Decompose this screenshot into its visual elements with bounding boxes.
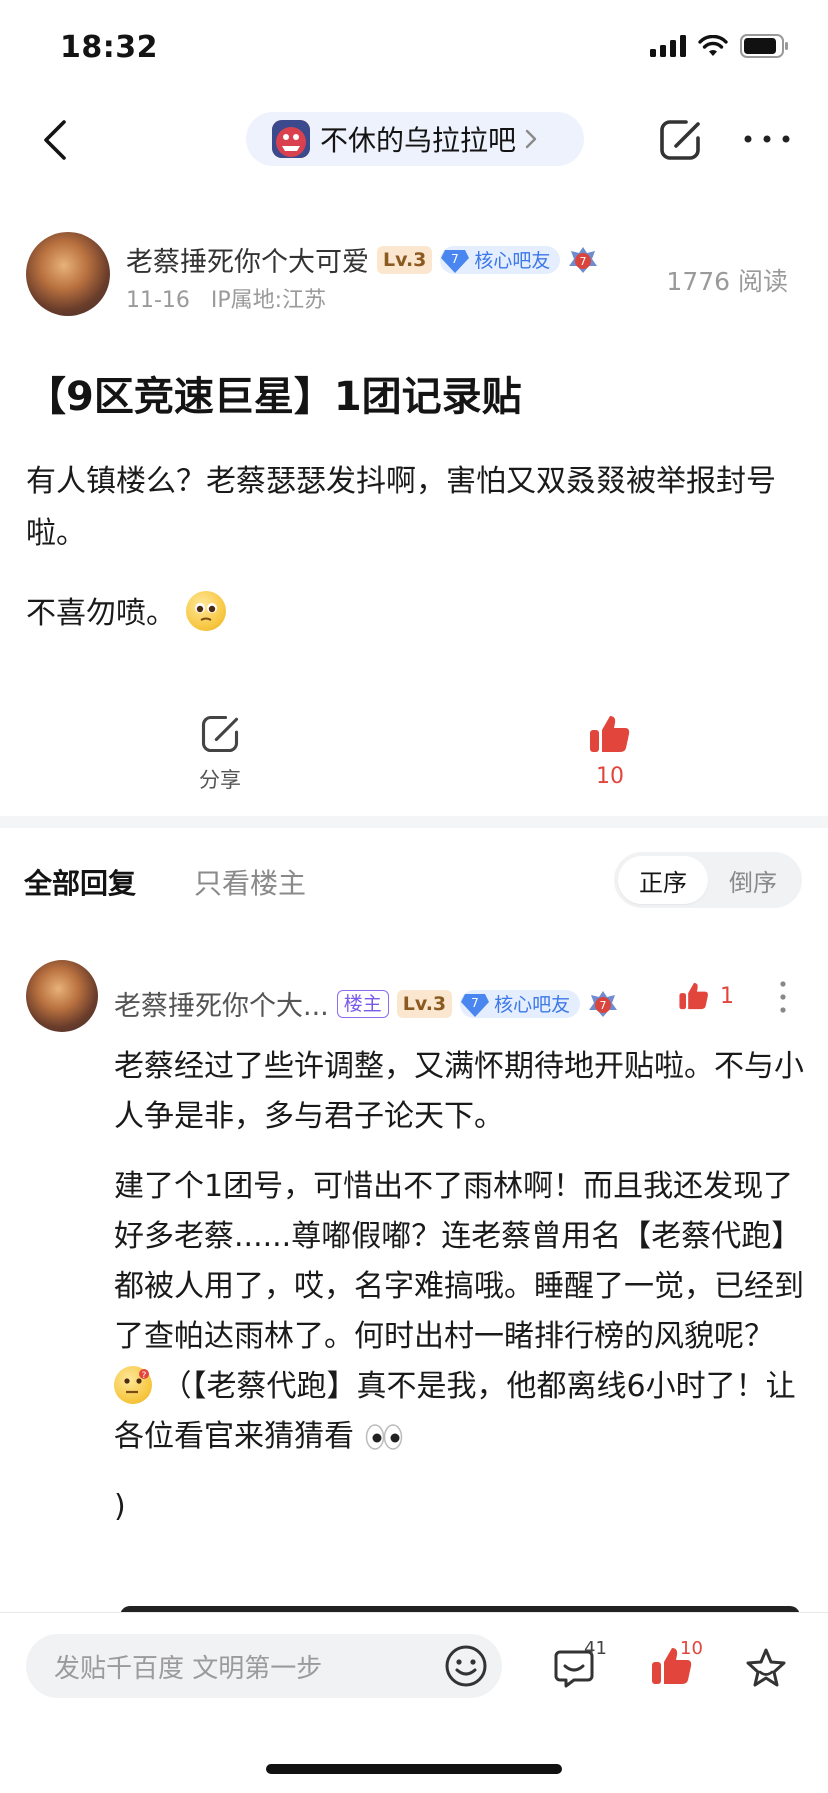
post-meta: 11-16 IP属地:江苏	[126, 282, 326, 314]
status-icons	[650, 34, 790, 58]
reply-paragraph-2a: 建了个1团号，可惜出不了雨林啊！而且我还发现了好多老蔡......尊嘟假嘟？连老…	[114, 1169, 804, 1354]
author-name[interactable]: 老蔡捶死你个大可爱	[126, 240, 369, 279]
medal-number: 7	[580, 255, 587, 268]
medal-icon: 7	[589, 990, 618, 1017]
level-badge: Lv.3	[377, 245, 433, 274]
like-count: 10	[596, 764, 624, 789]
reply-level-badge: Lv.3	[396, 989, 453, 1018]
tab-all-replies[interactable]: 全部回复	[24, 862, 136, 902]
gem-icon: 7	[441, 249, 470, 273]
core-label: 核心吧友	[474, 250, 551, 272]
reply-like-count: 1	[720, 983, 734, 1009]
reply-body: 老蔡经过了些许调整，又满怀期待地开贴啦。不与小人争是非，多与君子论天下。 建了个…	[114, 1042, 804, 1552]
author-line: 老蔡捶死你个大可爱 Lv.3 7 核心吧友 7	[126, 240, 598, 279]
post-date: 11-16	[126, 288, 190, 313]
gem-icon: 7	[461, 993, 490, 1017]
core-fan-badge: 7 核心吧友	[440, 245, 561, 274]
share-icon	[201, 715, 239, 753]
section-divider	[0, 816, 828, 828]
signal-icon	[650, 35, 686, 57]
reply-core-fan-badge: 7 核心吧友	[460, 989, 581, 1018]
comment-input-placeholder: 发贴千百度 文明第一步	[54, 1653, 323, 1684]
eyes-emoji-icon	[365, 1424, 402, 1450]
svg-text:?: ?	[142, 1371, 147, 1381]
post-title: 【9区竞速巨星】1团记录贴	[26, 374, 522, 420]
reply-medal-number: 7	[600, 999, 607, 1012]
op-badge: 楼主	[336, 989, 389, 1018]
back-icon[interactable]	[36, 118, 76, 162]
forum-name: 不休的乌拉拉吧	[320, 124, 517, 157]
share-label: 分享	[199, 768, 241, 792]
reply-paragraph-3: )	[114, 1489, 126, 1524]
thumbs-up-icon	[679, 982, 708, 1010]
battery-icon	[740, 34, 788, 58]
reply-core-level: 7	[471, 996, 479, 1010]
author-avatar[interactable]	[26, 232, 110, 316]
like-button[interactable]: 10	[580, 712, 640, 789]
share-button[interactable]: 分享	[190, 712, 250, 794]
sort-asc-button[interactable]: 正序	[618, 856, 708, 904]
post-paragraph-2: 不喜勿喷。	[26, 588, 802, 640]
status-time: 18:32	[60, 30, 158, 65]
medal-icon: 7	[569, 246, 598, 273]
emoji-icon[interactable]	[444, 1644, 488, 1688]
wifi-icon	[698, 35, 728, 56]
sort-desc-button[interactable]: 倒序	[708, 856, 798, 904]
thumbs-up-icon	[590, 716, 630, 752]
comment-count: 41	[584, 1638, 607, 1659]
more-icon[interactable]	[742, 124, 792, 154]
reply-paragraph-2b: （【老蔡代跑】真不是我，他都离线6小时了！让各位看官来猜猜看	[114, 1369, 796, 1454]
vertical-more-icon[interactable]	[778, 980, 788, 1014]
thinking-emoji-icon: ?	[114, 1366, 152, 1404]
share-icon[interactable]	[656, 116, 704, 164]
post-ip: IP属地:江苏	[210, 288, 327, 313]
post-paragraph-2-text: 不喜勿喷。	[26, 596, 176, 631]
reply-like-button[interactable]: 1	[678, 980, 734, 1012]
comment-input[interactable]: 发贴千百度 文明第一步	[26, 1634, 502, 1698]
forum-pill[interactable]: 不休的乌拉拉吧	[246, 112, 584, 166]
sort-toggle: 正序 倒序	[614, 852, 802, 908]
core-level: 7	[452, 252, 460, 266]
star-icon[interactable]	[744, 1646, 788, 1690]
post-paragraph-1: 有人镇楼么？老蔡瑟瑟发抖啊，害怕又双叒叕被举报封号啦。	[26, 464, 776, 551]
bottom-like-count: 10	[680, 1638, 703, 1659]
home-indicator	[266, 1764, 562, 1774]
tab-op-only[interactable]: 只看楼主	[194, 862, 306, 902]
reply-core-label: 核心吧友	[494, 994, 571, 1016]
reply-paragraph-1: 老蔡经过了些许调整，又满怀期待地开贴啦。不与小人争是非，多与君子论天下。	[114, 1049, 804, 1134]
reply-paragraph-2: 建了个1团号，可惜出不了雨林啊！而且我还发现了好多老蔡......尊嘟假嘟？连老…	[114, 1162, 804, 1462]
chevron-right-icon	[525, 129, 537, 149]
reply-author-line: 老蔡捶死你个大... 楼主 Lv.3 7 核心吧友 7	[114, 984, 618, 1023]
reply-avatar[interactable]	[26, 960, 98, 1032]
read-count: 1776 阅读	[666, 267, 788, 296]
forum-avatar	[272, 120, 310, 158]
reply-author-name[interactable]: 老蔡捶死你个大...	[114, 984, 329, 1023]
post-body: 有人镇楼么？老蔡瑟瑟发抖啊，害怕又双叒叕被举报封号啦。 不喜勿喷。	[26, 456, 802, 668]
pleading-emoji-icon	[185, 591, 226, 631]
